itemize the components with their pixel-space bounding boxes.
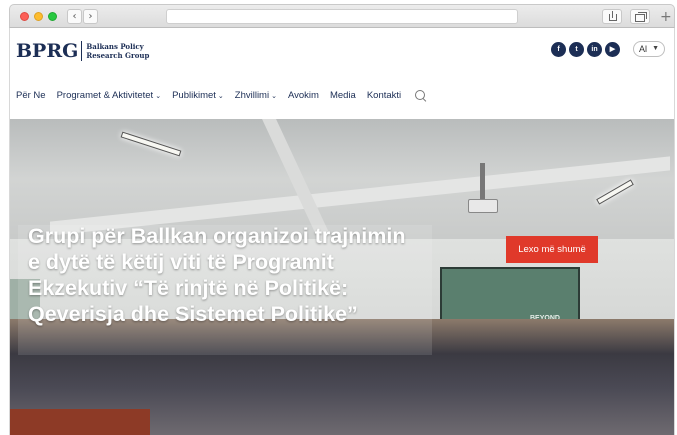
hero-slider: BEYOND Grupi për Ballkan organizoi trajn… [10,119,674,435]
nav-item-kontakti[interactable]: Kontakti [367,90,401,101]
nav-item-zhvillimi[interactable]: Zhvillimi ⌄ [235,90,277,101]
search-icon[interactable] [415,90,426,101]
new-tab-button[interactable]: + [660,10,672,24]
nav-item-publikimet[interactable]: Publikimet ⌄ [172,90,224,101]
main-nav: Për Ne Programet & Aktivitetet ⌄ Publiki… [16,90,426,101]
twitter-icon[interactable]: t [569,42,584,57]
forward-button[interactable]: › [83,9,98,24]
chevron-down-icon: ⌄ [271,92,277,100]
caret-down-icon: ▼ [652,45,659,52]
hero-photo-projector [468,199,498,213]
nav-item-label: Programet & Aktivitetet [56,90,154,101]
nav-item-media[interactable]: Media [330,90,356,101]
logo-line-2: Research Group [86,51,150,60]
chevron-down-icon: ⌄ [217,92,224,100]
hero-photo-projector-mount [480,163,485,201]
hero-headline[interactable]: Grupi për Ballkan organizoi trajnimin e … [28,223,423,327]
nav-item-per-ne[interactable]: Për Ne [16,90,46,101]
close-window-button[interactable] [20,12,29,21]
nav-item-avokim[interactable]: Avokim [288,90,319,101]
facebook-icon[interactable]: f [551,42,566,57]
address-bar[interactable] [166,9,518,24]
social-links: f t in ▶ [551,42,620,57]
nav-item-label: Për Ne [16,90,46,101]
language-select[interactable]: Al ▼ [633,41,665,57]
logo-mark: BPRG [16,40,79,62]
linkedin-icon[interactable]: in [587,42,602,57]
nav-item-label: Avokim [287,90,319,101]
back-button[interactable]: ‹ [67,9,82,24]
nav-item-label: Media [329,90,356,101]
read-more-button[interactable]: Lexo më shumë [506,236,598,263]
nav-item-programet[interactable]: Programet & Aktivitetet ⌄ [57,90,162,101]
hero-photo-table [10,409,150,435]
website: BPRG Balkans Policy Research Group f t i… [9,28,675,435]
nav-item-label: Zhvillimi [234,90,270,101]
share-button[interactable] [602,9,622,24]
logo-divider [81,41,83,61]
browser-toolbar: ‹ › + [9,4,675,28]
zoom-window-button[interactable] [48,12,57,21]
logo-line-1: Balkans Policy [86,42,144,51]
nav-item-label: Publikimet [172,90,216,101]
youtube-icon[interactable]: ▶ [605,42,620,57]
tab-overview-button[interactable] [630,9,650,24]
logo-text: Balkans Policy Research Group [86,42,149,60]
site-logo[interactable]: BPRG Balkans Policy Research Group [16,40,149,62]
chevron-down-icon: ⌄ [155,92,162,100]
minimize-window-button[interactable] [34,12,43,21]
nav-item-label: Kontakti [366,90,402,101]
language-selected: Al [639,44,648,54]
